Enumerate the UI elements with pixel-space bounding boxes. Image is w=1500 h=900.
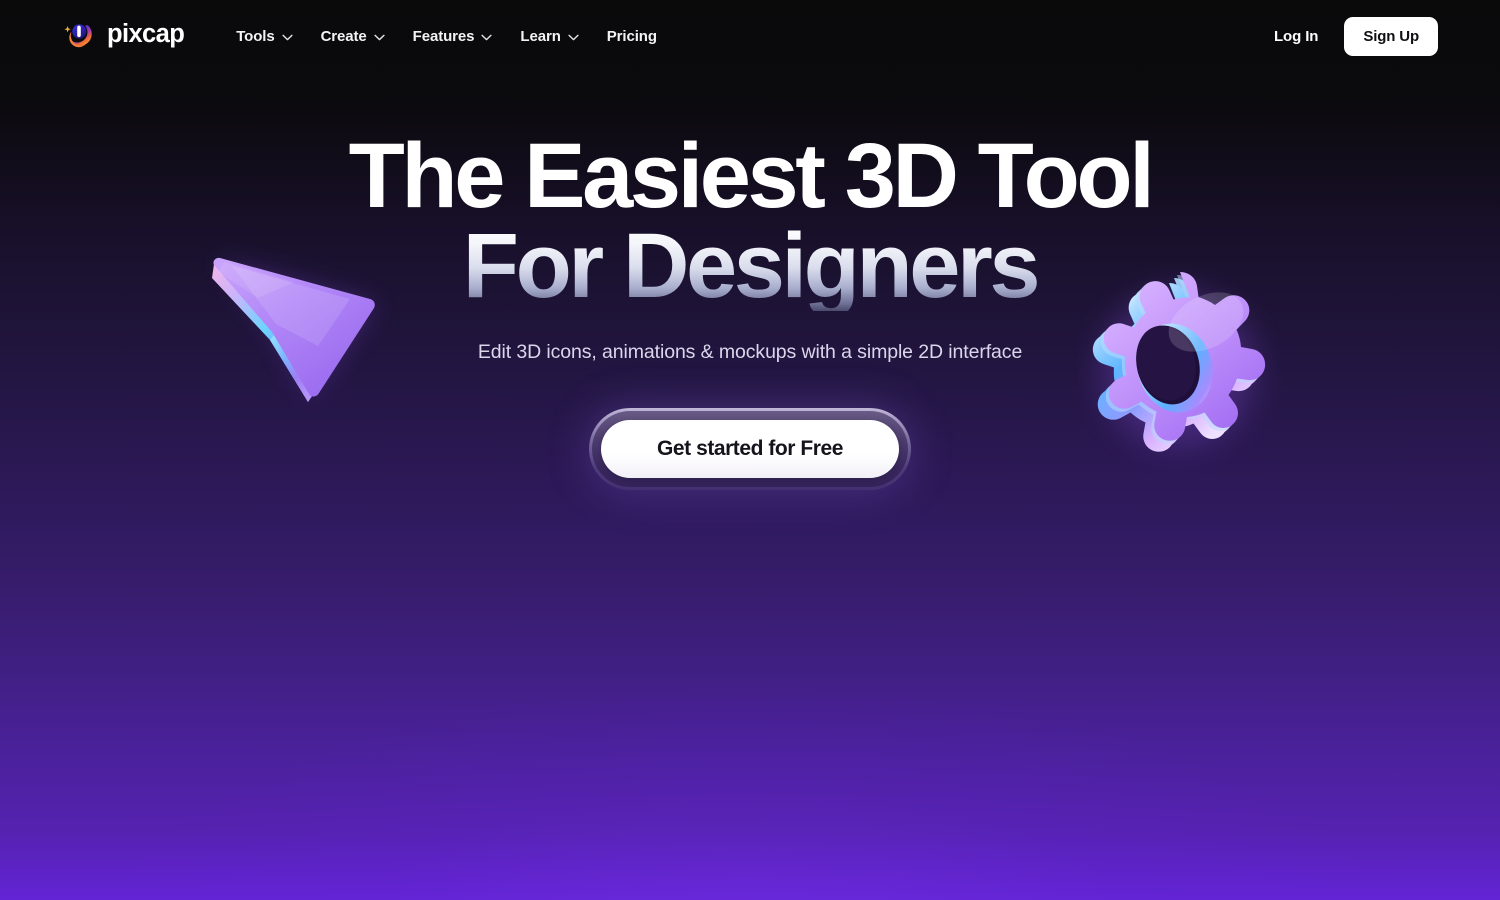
nav-item-label: Features [412,27,475,45]
nav-item-label: Create [320,27,367,45]
headline-line-1: The Easiest 3D Tool [348,125,1155,227]
nav-item-features[interactable]: Features [399,20,507,53]
nav-item-pricing[interactable]: Pricing [593,20,671,53]
pixcap-crescent-sparkle-logo-icon [62,18,98,54]
nav-item-tools[interactable]: Tools [222,20,306,53]
hero-glow [0,520,1500,900]
sign-up-button[interactable]: Sign Up [1344,16,1438,56]
top-navigation-bar: pixcap Tools Create Features Learn Prici… [0,0,1500,72]
nav-item-label: Learn [520,27,561,45]
page-title: The Easiest 3D Tool For Designers [220,125,1280,312]
nav-item-create[interactable]: Create [307,20,399,53]
hero-content: The Easiest 3D Tool For Designers Edit 3… [220,125,1280,490]
brand-logo-link[interactable]: pixcap [62,18,185,54]
nav-links: Tools Create Features Learn Pricing [222,20,671,53]
chevron-down-icon [281,32,293,41]
chevron-down-icon [568,32,579,41]
hero-subtitle: Edit 3D icons, animations & mockups with… [477,341,1023,364]
nav-item-label: Tools [236,27,275,45]
hero-cta-container: Get started for Free [220,407,1280,490]
nav-item-learn[interactable]: Learn [506,20,592,53]
get-started-for-free-button[interactable]: Get started for Free [601,419,899,478]
brand-wordmark: pixcap [107,20,185,49]
nav-account-actions: Log In Sign Up [1256,16,1438,56]
nav-item-label: Pricing [606,27,657,45]
hero-section: The Easiest 3D Tool For Designers Edit 3… [0,0,1500,560]
chevron-down-icon [374,32,385,41]
chevron-down-icon [481,32,493,41]
cta-halo-ring: Get started for Free [589,407,911,490]
page-background: pixcap Tools Create Features Learn Prici… [0,0,1500,900]
log-in-button[interactable]: Log In [1256,19,1336,54]
headline-line-2: For Designers [220,220,1280,312]
